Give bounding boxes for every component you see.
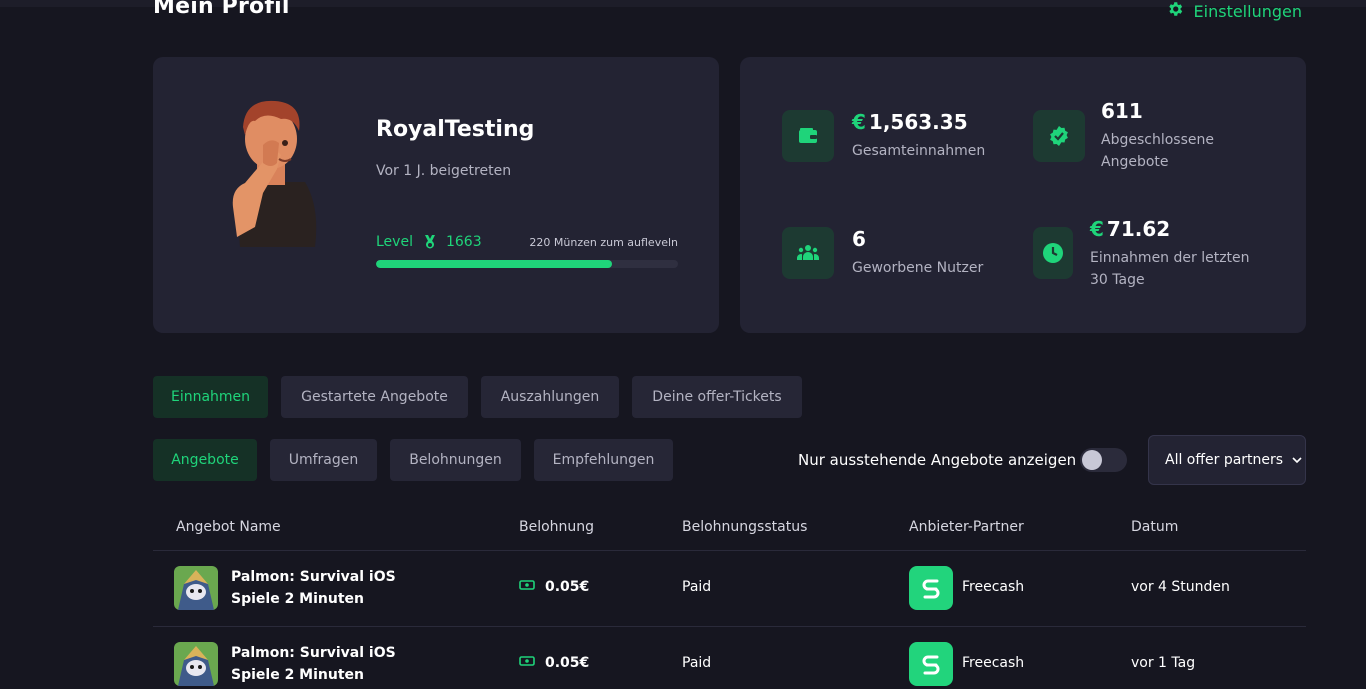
users-icon — [782, 227, 834, 279]
pending-filter-label: Nur ausstehende Angebote anzeigen — [798, 451, 1077, 469]
chevron-down-icon — [1291, 454, 1303, 466]
stat-value: 6 — [852, 227, 866, 251]
stat-total-earnings: €1,563.35 Gesamteinnahmen — [782, 110, 985, 162]
stat-last-30-days: €71.62 Einnahmen der letzten 30 Tage — [1033, 217, 1265, 291]
settings-link[interactable]: Einstellungen — [1166, 0, 1302, 22]
username: RoyalTesting — [376, 117, 535, 142]
stats-card: €1,563.35 Gesamteinnahmen 611 Abgeschlos… — [740, 57, 1306, 333]
level-progress-bar — [376, 260, 678, 268]
avatar — [215, 97, 325, 252]
wallet-icon — [782, 110, 834, 162]
stat-label: Einnahmen der letzten 30 Tage — [1090, 250, 1250, 288]
partner-select-value: All offer partners — [1165, 452, 1284, 468]
stat-label: Geworbene Nutzer — [852, 260, 984, 276]
gear-icon — [1166, 0, 1184, 22]
offer-name: Palmon: Survival iOS Spiele 2 Minuten — [231, 569, 396, 607]
profile-card: RoyalTesting Vor 1 J. beigetreten Level … — [153, 57, 719, 333]
subtab-angebote[interactable]: Angebote — [153, 439, 257, 481]
stat-value: 71.62 — [1106, 217, 1171, 241]
check-badge-icon — [1033, 110, 1085, 162]
offer-thumbnail — [174, 566, 218, 610]
offer-date: vor 4 Stunden — [1131, 579, 1230, 595]
reward-value: 0.05€ — [545, 655, 590, 671]
offer-name: Palmon: Survival iOS Spiele 2 Minuten — [231, 645, 396, 683]
column-header-partner: Anbieter-Partner — [909, 519, 1024, 535]
reward: 0.05€ — [519, 579, 589, 595]
reward-status: Paid — [682, 655, 712, 671]
reward: 0.05€ — [519, 655, 589, 671]
table-divider — [153, 626, 1306, 627]
tab-auszahlungen[interactable]: Auszahlungen — [481, 376, 619, 418]
freecash-logo-icon — [909, 642, 953, 686]
stat-referred-users: 6 Geworbene Nutzer — [782, 227, 983, 279]
offer-date: vor 1 Tag — [1131, 655, 1196, 671]
level-value: 1663 — [445, 234, 482, 250]
subtab-umfragen[interactable]: Umfragen — [270, 439, 377, 481]
join-date: Vor 1 J. beigetreten — [376, 163, 512, 179]
stat-completed-offers: 611 Abgeschlossene Angebote — [1033, 99, 1241, 173]
level-hint: 220 Münzen zum aufleveln — [529, 235, 678, 249]
page-title: Mein Profil — [153, 0, 290, 19]
reward-status: Paid — [682, 579, 712, 595]
stat-label: Gesamteinnahmen — [852, 143, 986, 159]
partner-name: Freecash — [962, 655, 1025, 671]
column-header-status: Belohnungsstatus — [682, 519, 808, 535]
subtab-empfehlungen[interactable]: Empfehlungen — [534, 439, 673, 481]
level-label: Level — [376, 234, 413, 250]
stat-value: 1,563.35 — [868, 110, 968, 134]
partner-name: Freecash — [962, 579, 1025, 595]
partner-select[interactable]: All offer partners — [1148, 435, 1306, 485]
freecash-logo-icon — [909, 566, 953, 610]
cash-icon — [519, 655, 545, 671]
tab-gestartete-angebote[interactable]: Gestartete Angebote — [281, 376, 468, 418]
column-header-date: Datum — [1131, 519, 1179, 535]
stat-currency: € — [1090, 217, 1104, 241]
tab-offer-tickets[interactable]: Deine offer-Tickets — [632, 376, 802, 418]
reward-value: 0.05€ — [545, 579, 590, 595]
tab-einnahmen[interactable]: Einnahmen — [153, 376, 268, 418]
level-progress-fill — [376, 260, 612, 268]
pending-filter-toggle[interactable] — [1080, 448, 1127, 472]
table-divider — [153, 550, 1306, 551]
stat-label: Abgeschlossene Angebote — [1101, 132, 1214, 170]
column-header-reward: Belohnung — [519, 519, 595, 535]
cash-icon — [519, 579, 545, 595]
toggle-knob — [1082, 450, 1102, 470]
offer-thumbnail — [174, 642, 218, 686]
level-row: Level 1663 220 Münzen zum aufleveln — [376, 234, 678, 250]
settings-label: Einstellungen — [1193, 1, 1302, 21]
medal-icon — [422, 234, 438, 250]
subtab-belohnungen[interactable]: Belohnungen — [390, 439, 521, 481]
clock-icon — [1033, 227, 1073, 279]
stat-value: 611 — [1101, 99, 1143, 123]
column-header-offer-name: Angebot Name — [176, 519, 281, 535]
stat-currency: € — [852, 110, 866, 134]
